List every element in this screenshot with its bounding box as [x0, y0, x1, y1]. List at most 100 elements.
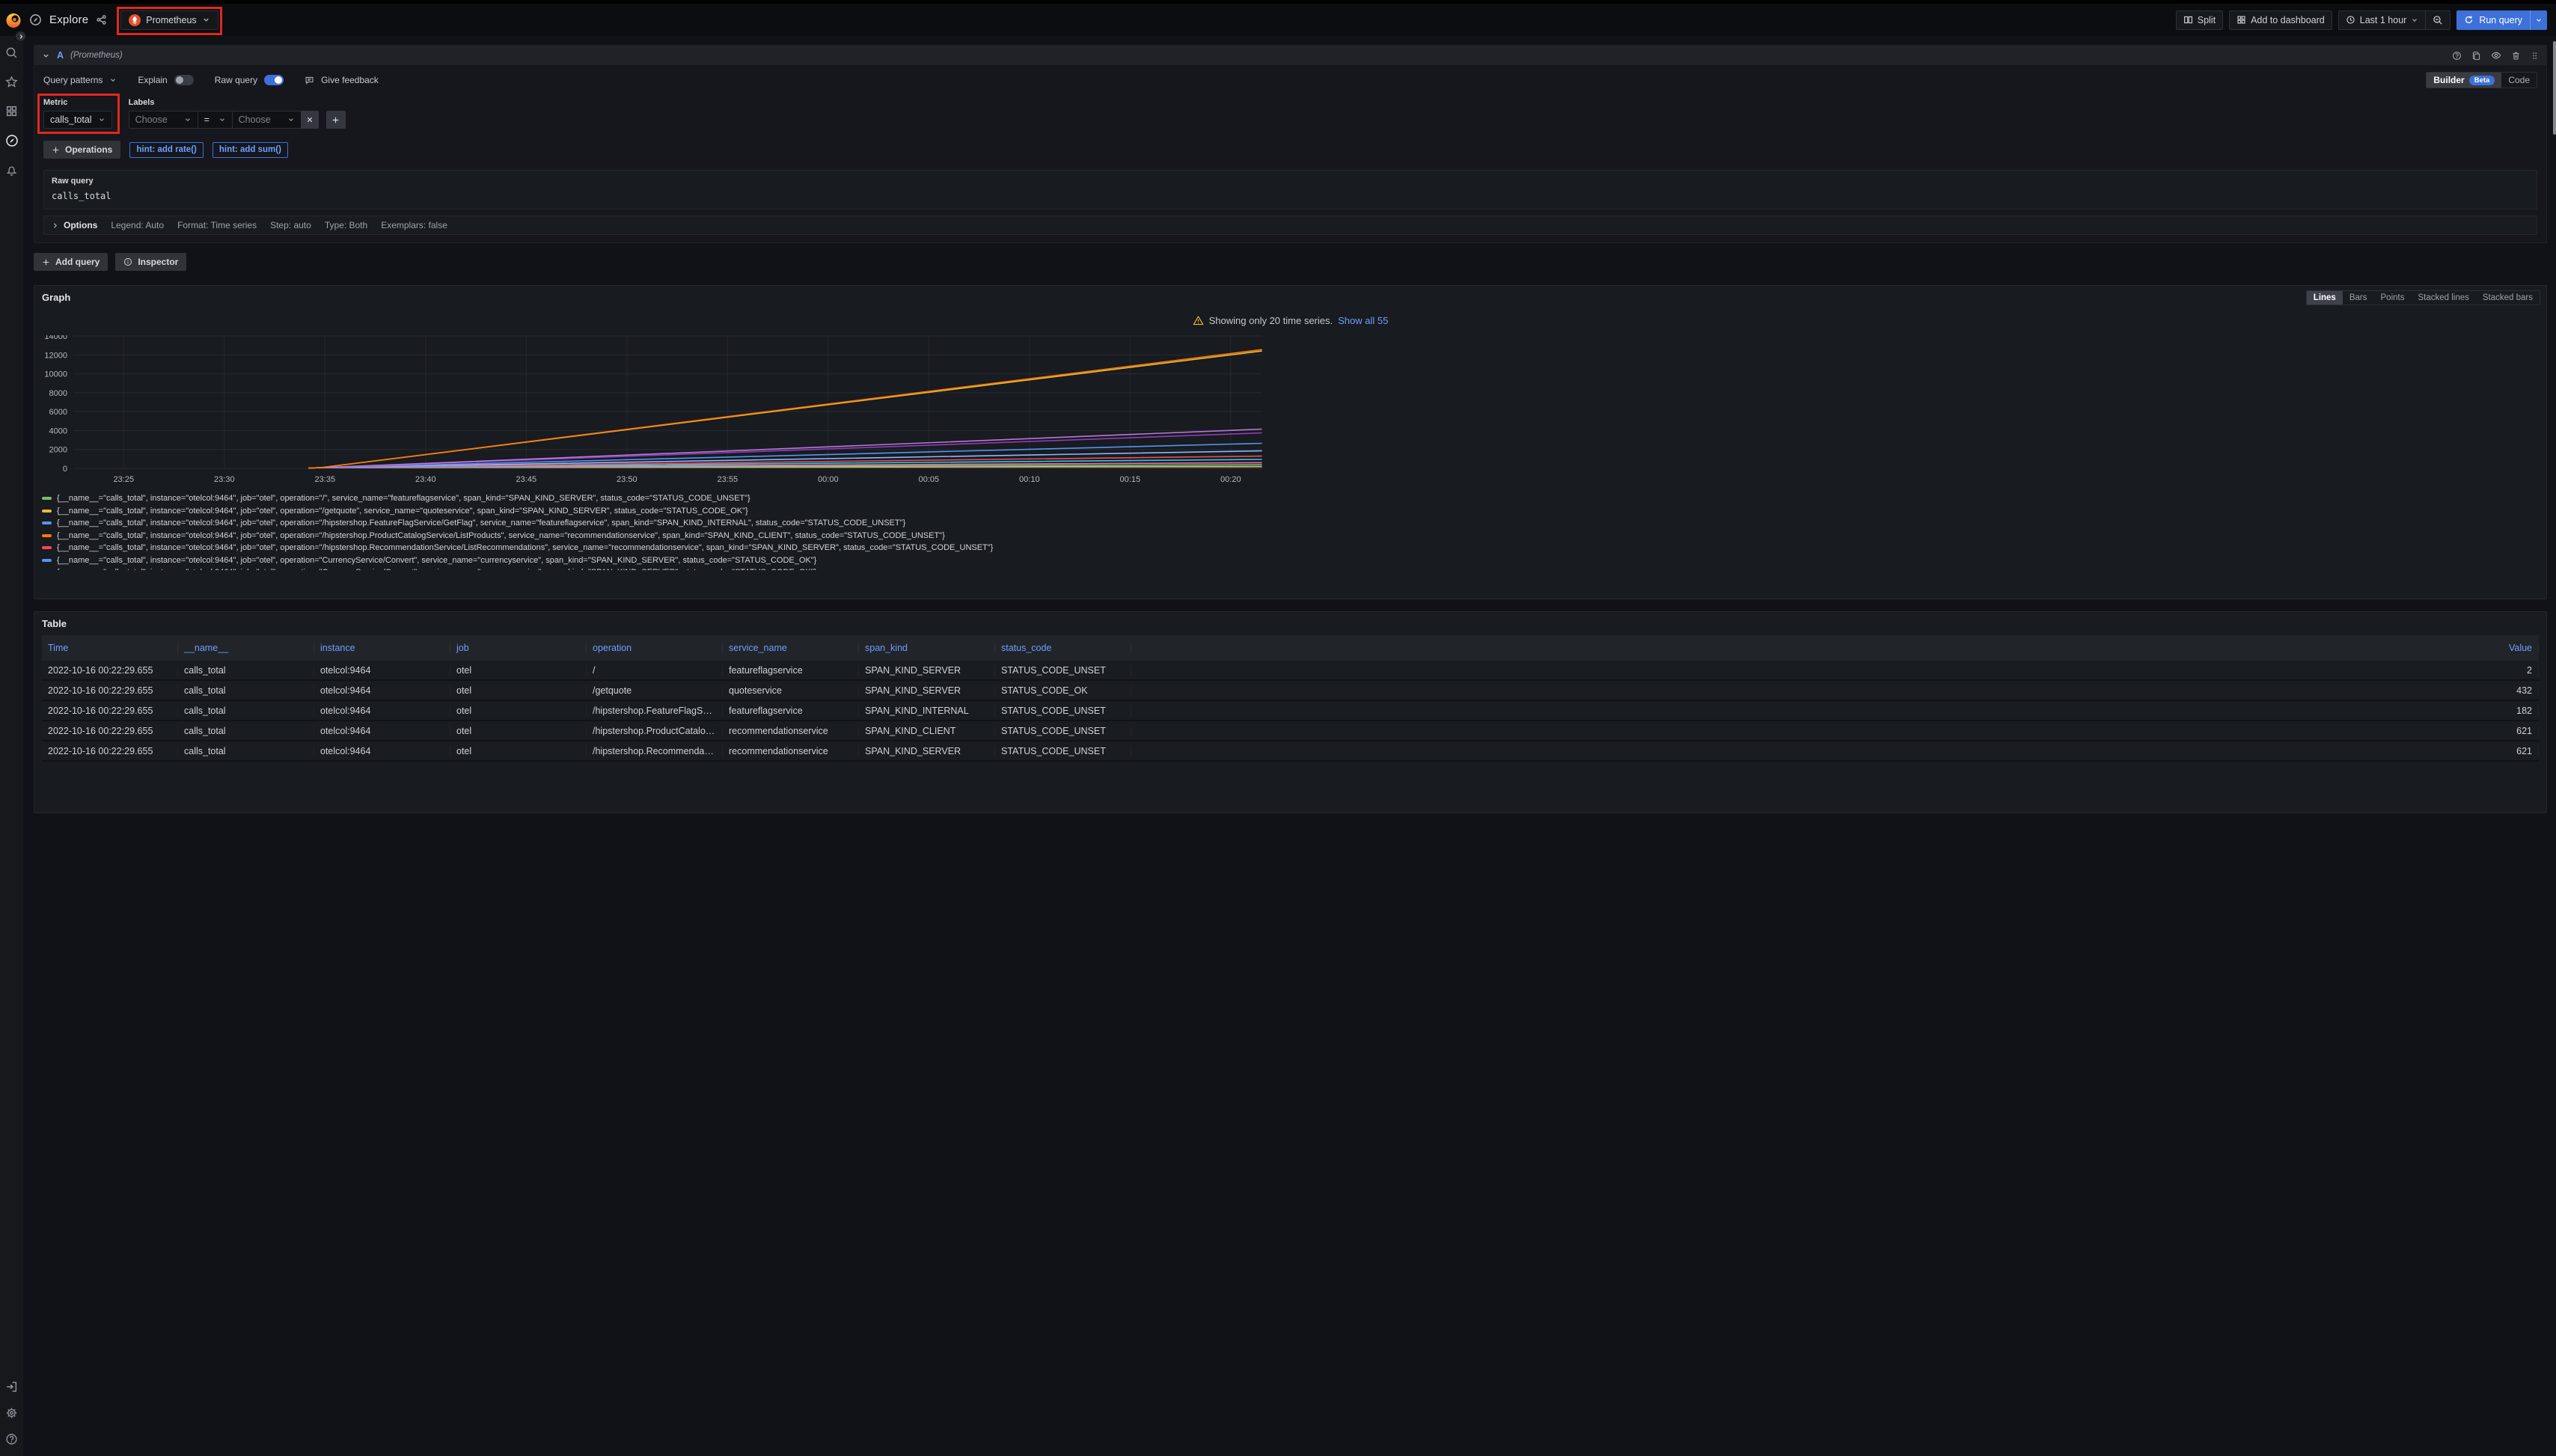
chevron-down-icon — [287, 116, 295, 123]
add-to-dashboard-button[interactable]: Add to dashboard — [2229, 10, 2332, 30]
share-icon[interactable] — [96, 14, 107, 25]
main-content: A (Prometheus) — [23, 36, 2556, 1456]
collapse-chevron-icon[interactable] — [42, 52, 50, 60]
duplicate-icon[interactable] — [2471, 51, 2481, 61]
column-header-spankind[interactable]: span_kind — [859, 643, 995, 653]
table-cell: otel — [450, 665, 587, 676]
column-header-statuscode[interactable]: status_code — [995, 643, 1131, 653]
table-cell: otel — [450, 746, 587, 756]
run-query-main[interactable]: Run query — [2456, 10, 2530, 30]
svg-text:2000: 2000 — [49, 446, 67, 455]
run-query-button[interactable]: Run query — [2456, 10, 2547, 30]
search-icon[interactable] — [5, 46, 18, 59]
column-header-value[interactable]: Value — [1131, 643, 2539, 653]
graph-mode-bars[interactable]: Bars — [2343, 291, 2374, 305]
legend-item[interactable]: {__name__="calls_total", instance="otelc… — [42, 554, 2539, 567]
help-icon[interactable] — [5, 1433, 18, 1446]
raw-query-toggle[interactable] — [264, 75, 284, 85]
legend-item-clipped[interactable]: {__name__="calls_total", instance="otelc… — [42, 566, 2539, 570]
options-toggle[interactable]: Options — [52, 220, 97, 230]
remove-label-filter-button[interactable] — [301, 111, 319, 129]
give-feedback-link[interactable]: Give feedback — [321, 75, 379, 85]
table-body: 2022-10-16 00:22:29.655calls_totalotelco… — [42, 661, 2539, 762]
metric-value: calls_total — [50, 114, 92, 125]
hint-add-sum-button[interactable]: hint: add sum() — [213, 142, 288, 158]
query-ref-id: A — [57, 50, 64, 61]
chevron-down-icon — [2411, 16, 2418, 24]
svg-text:23:50: 23:50 — [617, 475, 638, 484]
star-icon[interactable] — [5, 76, 18, 88]
inspector-button[interactable]: Inspector — [115, 253, 186, 271]
legend-item[interactable]: {__name__="calls_total", instance="otelc… — [42, 492, 2539, 505]
column-header-time[interactable]: Time — [42, 643, 178, 653]
table-cell: 2022-10-16 00:22:29.655 — [42, 685, 178, 696]
label-op-select[interactable]: = — [198, 111, 232, 129]
label-key-select[interactable]: Choose — [129, 111, 198, 129]
gear-icon[interactable] — [5, 1407, 18, 1419]
option-summary-item: Step: auto — [270, 220, 311, 230]
trash-icon[interactable] — [2511, 51, 2521, 61]
code-tab[interactable]: Code — [2501, 73, 2537, 88]
show-all-series-link[interactable]: Show all 55 — [1338, 315, 1388, 326]
builder-code-switch: Builder Beta Code — [2426, 72, 2537, 88]
legend-item[interactable]: {__name__="calls_total", instance="otelc… — [42, 505, 2539, 518]
zoom-out-button[interactable] — [2426, 11, 2450, 29]
column-header-servicename[interactable]: service_name — [723, 643, 859, 653]
datasource-picker[interactable]: Prometheus — [120, 10, 218, 30]
scrollbar-thumb[interactable] — [2553, 41, 2556, 135]
graph-mode-points[interactable]: Points — [2374, 291, 2412, 305]
options-row[interactable]: Options Legend: AutoFormat: Time seriesS… — [43, 215, 2537, 235]
column-header-operation[interactable]: operation — [587, 643, 723, 653]
prometheus-logo — [129, 14, 141, 26]
svg-text:4000: 4000 — [49, 426, 67, 435]
query-patterns-dropdown[interactable]: Query patterns — [43, 75, 103, 85]
time-range-picker[interactable]: Last 1 hour — [2339, 11, 2426, 29]
sidebar — [0, 36, 23, 1456]
table-cell: 621 — [1131, 726, 2539, 736]
explore-compass-icon — [29, 13, 42, 26]
inspector-label: Inspector — [138, 257, 178, 267]
operations-button[interactable]: Operations — [43, 141, 120, 159]
table-row: 2022-10-16 00:22:29.655calls_totalotelco… — [42, 681, 2539, 701]
graph-mode-stacked-lines[interactable]: Stacked lines — [2411, 291, 2475, 305]
apps-grid-icon — [2236, 15, 2246, 25]
legend-item[interactable]: {__name__="calls_total", instance="otelc… — [42, 517, 2539, 530]
time-series-chart[interactable]: 0200040006000800010000120001400023:2523:… — [42, 335, 2539, 489]
svg-text:00:15: 00:15 — [1120, 475, 1141, 484]
column-header-job[interactable]: job — [450, 643, 587, 653]
raw-query-label: Raw query — [215, 75, 257, 85]
builder-tab[interactable]: Builder Beta — [2427, 73, 2501, 88]
nav-right: Split Add to dashboard Last 1 hour — [2176, 10, 2547, 30]
sign-in-icon[interactable] — [5, 1380, 18, 1393]
explore-icon[interactable] — [5, 134, 19, 147]
split-button[interactable]: Split — [2176, 10, 2223, 30]
table-cell: / — [587, 665, 723, 676]
svg-text:23:55: 23:55 — [718, 475, 739, 484]
run-query-dropdown[interactable] — [2531, 10, 2547, 30]
graph-mode-stacked-bars[interactable]: Stacked bars — [2476, 291, 2540, 305]
svg-text:23:30: 23:30 — [214, 475, 235, 484]
query-editor-card: A (Prometheus) — [34, 45, 2547, 243]
grafana-logo[interactable] — [5, 12, 22, 28]
label-op-value: = — [204, 114, 210, 125]
hint-add-rate-button[interactable]: hint: add rate() — [129, 142, 204, 158]
metric-label: Metric — [43, 98, 112, 107]
dashboards-icon[interactable] — [5, 105, 18, 117]
bell-icon[interactable] — [5, 164, 18, 177]
eye-icon[interactable] — [2491, 50, 2501, 61]
label-value-select[interactable]: Choose — [232, 111, 301, 129]
column-header-name[interactable]: __name__ — [178, 643, 314, 653]
column-header-instance[interactable]: instance — [314, 643, 450, 653]
metric-select[interactable]: calls_total — [43, 111, 112, 129]
graph-mode-lines[interactable]: Lines — [2307, 291, 2343, 305]
table-cell: /getquote — [587, 685, 723, 696]
legend-item[interactable]: {__name__="calls_total", instance="otelc… — [42, 530, 2539, 542]
add-label-filter-button[interactable] — [326, 111, 346, 129]
legend-item[interactable]: {__name__="calls_total", instance="otelc… — [42, 542, 2539, 554]
explain-toggle[interactable] — [174, 75, 194, 85]
help-circle-icon[interactable] — [2452, 51, 2462, 61]
sidebar-expand-button[interactable] — [15, 31, 26, 42]
query-row-header[interactable]: A (Prometheus) — [34, 46, 2546, 65]
drag-handle-icon[interactable] — [2531, 51, 2539, 61]
add-query-button[interactable]: Add query — [34, 253, 108, 271]
